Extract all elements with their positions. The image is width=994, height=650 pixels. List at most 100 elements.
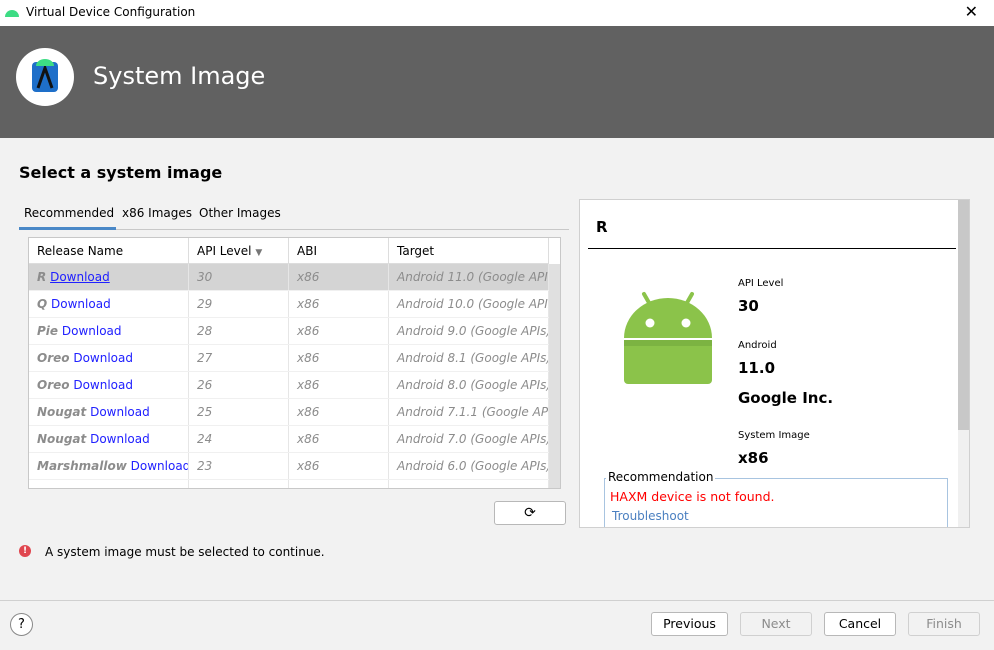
system-image-label: System Image	[738, 430, 810, 441]
api-level-cell: 26	[189, 372, 289, 398]
vendor: Google Inc.	[738, 389, 834, 407]
android-version: 11.0	[738, 359, 776, 377]
image-name: R	[596, 218, 608, 236]
release-name: Q	[37, 297, 48, 311]
download-link[interactable]: Download	[62, 324, 122, 338]
download-link[interactable]: Download	[131, 459, 188, 473]
api-level-cell: 23	[189, 453, 289, 479]
download-link[interactable]: Download	[90, 432, 150, 446]
recommendation-message: HAXM device is not found.	[610, 489, 775, 504]
troubleshoot-link[interactable]: Troubleshoot	[612, 509, 689, 523]
target-cell: Android 6.0 (Google APIs)	[389, 453, 549, 479]
table-scrollbar[interactable]	[549, 264, 560, 488]
release-name: Nougat	[37, 432, 87, 446]
table-row[interactable]: Nougat Download 25 x86 Android 7.1.1 (Go…	[29, 399, 549, 426]
release-name: Marshmallow	[37, 459, 127, 473]
table-row[interactable]: Pie Download 28 x86 Android 9.0 (Google …	[29, 318, 549, 345]
target-cell: Android 11.0 (Google APIs)	[389, 264, 549, 290]
divider	[588, 248, 956, 249]
column-release-name[interactable]: Release Name	[29, 238, 189, 263]
help-button[interactable]: ?	[10, 613, 33, 636]
release-name: Oreo	[37, 351, 70, 365]
image-details-panel: R API Level 30 Android 11.0 Google Inc. …	[579, 199, 970, 528]
table-row[interactable]: Q Download 29 x86 Android 10.0 (Google A…	[29, 291, 549, 318]
download-link[interactable]: Download	[73, 378, 133, 392]
api-level-cell: 27	[189, 345, 289, 371]
panel-scrollbar-thumb[interactable]	[958, 200, 969, 430]
table-row[interactable]: R Download 30 x86 Android 11.0 (Google A…	[29, 264, 549, 291]
target-cell: Android 9.0 (Google APIs)	[389, 318, 549, 344]
abi-cell: x86	[289, 291, 389, 317]
system-image-table: Release Name API Level ▼ ABI Target R Do…	[28, 237, 561, 489]
cancel-button[interactable]: Cancel	[824, 612, 896, 636]
android-icon	[5, 10, 19, 17]
release-name-cell: Marshmallow Download	[29, 453, 189, 479]
abi-cell: x86	[289, 372, 389, 398]
download-link[interactable]: Download	[90, 405, 150, 419]
close-icon[interactable]: ✕	[965, 2, 978, 21]
column-api-level[interactable]: API Level ▼	[189, 238, 289, 263]
api-level-cell: 28	[189, 318, 289, 344]
column-label: API Level	[197, 244, 252, 258]
release-name-cell: Pie Download	[29, 318, 189, 344]
target-cell: Android 7.0 (Google APIs)	[389, 426, 549, 452]
target-cell: Android 7.1.1 (Google APIs)	[389, 399, 549, 425]
section-heading: Select a system image	[19, 163, 223, 182]
active-tab-indicator	[19, 227, 116, 230]
abi-cell: x86	[289, 345, 389, 371]
system-image-abi: x86	[738, 449, 769, 467]
table-row[interactable]: Marshmallow Download 23 x86 Android 6.0 …	[29, 453, 549, 480]
abi-cell: x86	[289, 399, 389, 425]
tab-recommended[interactable]: Recommended	[24, 206, 114, 220]
refresh-button[interactable]: ⟳	[494, 501, 566, 525]
api-level-label: API Level	[738, 278, 784, 289]
release-name-cell: Q Download	[29, 291, 189, 317]
abi-cell: x86	[289, 318, 389, 344]
table-row[interactable]: Oreo Download 26 x86 Android 8.0 (Google…	[29, 372, 549, 399]
release-name: Oreo	[37, 378, 70, 392]
abi-cell: x86	[289, 453, 389, 479]
android-label: Android	[738, 340, 777, 351]
next-button[interactable]: Next	[740, 612, 812, 636]
api-level-cell: 25	[189, 399, 289, 425]
api-level-value: 30	[738, 297, 759, 315]
title-bar: Virtual Device Configuration ✕	[0, 0, 994, 26]
sort-descending-icon: ▼	[255, 248, 263, 258]
column-abi[interactable]: ABI	[289, 238, 389, 263]
table-header: Release Name API Level ▼ ABI Target	[29, 238, 549, 264]
finish-button[interactable]: Finish	[908, 612, 980, 636]
android-studio-logo	[16, 48, 74, 106]
download-link[interactable]: Download	[51, 297, 111, 311]
abi-cell: x86	[289, 426, 389, 452]
page-title: System Image	[93, 62, 266, 90]
download-link[interactable]: Download	[73, 351, 133, 365]
target-cell: Android 10.0 (Google APIs)	[389, 291, 549, 317]
table-row[interactable]: Oreo Download 27 x86 Android 8.1 (Google…	[29, 345, 549, 372]
error-icon: !	[19, 545, 31, 557]
release-name-cell: R Download	[29, 264, 189, 290]
table-row[interactable]: Nougat Download 24 x86 Android 7.0 (Goog…	[29, 426, 549, 453]
release-name: Nougat	[37, 405, 87, 419]
release-name-cell: Nougat Download	[29, 426, 189, 452]
target-cell: Android 8.1 (Google APIs)	[389, 345, 549, 371]
download-link[interactable]: Download	[50, 270, 110, 284]
release-name: Pie	[37, 324, 59, 338]
recommendation-title: Recommendation	[606, 470, 716, 484]
api-level-cell: 24	[189, 426, 289, 452]
window-title: Virtual Device Configuration	[26, 5, 196, 19]
tab-x86-images[interactable]: x86 Images	[122, 206, 192, 220]
previous-button[interactable]: Previous	[651, 612, 728, 636]
refresh-icon: ⟳	[524, 505, 536, 521]
api-level-cell: 30	[189, 264, 289, 290]
header: System Image	[0, 26, 994, 138]
api-level-cell: 29	[189, 291, 289, 317]
footer-divider	[0, 600, 994, 601]
tab-other-images[interactable]: Other Images	[199, 206, 281, 220]
release-name-cell: Oreo Download	[29, 345, 189, 371]
release-name-cell: Oreo Download	[29, 372, 189, 398]
error-message: A system image must be selected to conti…	[45, 545, 325, 559]
table-row	[29, 480, 549, 488]
abi-cell: x86	[289, 264, 389, 290]
release-name: R	[37, 270, 47, 284]
column-target[interactable]: Target	[389, 238, 549, 263]
